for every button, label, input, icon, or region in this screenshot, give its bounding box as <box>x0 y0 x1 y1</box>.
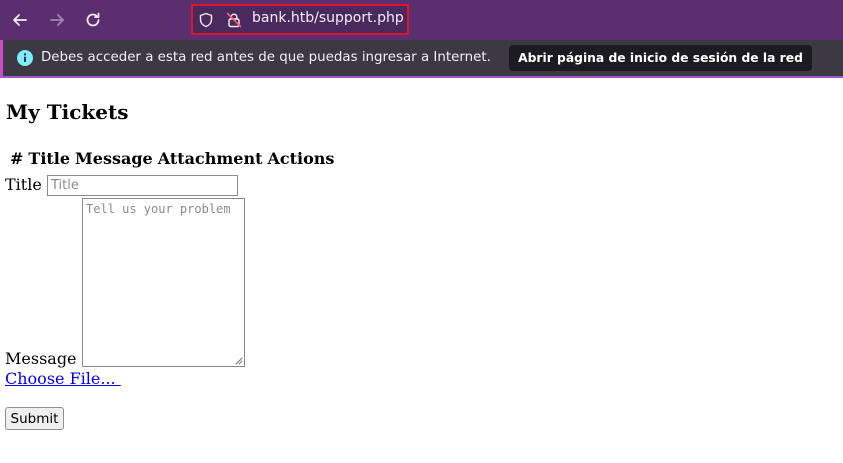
insecure-lock-icon[interactable] <box>225 11 243 29</box>
title-label: Title <box>5 175 42 194</box>
reload-button[interactable] <box>81 8 105 32</box>
info-icon <box>17 50 33 66</box>
browser-toolbar: bank.htb/support.php <box>0 0 843 40</box>
page-title: My Tickets <box>6 100 129 124</box>
forward-arrow-icon <box>50 14 64 26</box>
captive-portal-notification: Debes acceder a esta red antes de que pu… <box>0 40 843 78</box>
address-bar[interactable]: bank.htb/support.php <box>191 4 409 35</box>
notification-message: Debes acceder a esta red antes de que pu… <box>41 50 491 65</box>
column-header-message: Message <box>75 149 153 168</box>
forward-button[interactable] <box>45 8 69 32</box>
column-header-number: # <box>10 149 24 168</box>
url-text[interactable]: bank.htb/support.php <box>252 10 404 26</box>
submit-button[interactable]: Submit <box>5 407 64 430</box>
tickets-table-header: # Title Message Attachment Actions <box>10 149 339 168</box>
message-label: Message <box>5 349 77 368</box>
back-arrow-icon <box>13 14 27 26</box>
column-header-attachment: Attachment <box>157 149 263 168</box>
message-textarea[interactable] <box>82 198 245 367</box>
tracking-shield-icon[interactable] <box>197 11 215 29</box>
title-input[interactable] <box>47 175 238 196</box>
column-header-title: Title <box>28 149 71 168</box>
back-button[interactable] <box>8 8 32 32</box>
reload-icon <box>86 12 100 27</box>
resize-grip-icon[interactable] <box>233 355 243 365</box>
choose-file-link[interactable]: Choose File... <box>5 369 121 388</box>
open-network-login-button[interactable]: Abrir página de inicio de sesión de la r… <box>509 45 812 71</box>
column-header-actions: Actions <box>267 149 335 168</box>
